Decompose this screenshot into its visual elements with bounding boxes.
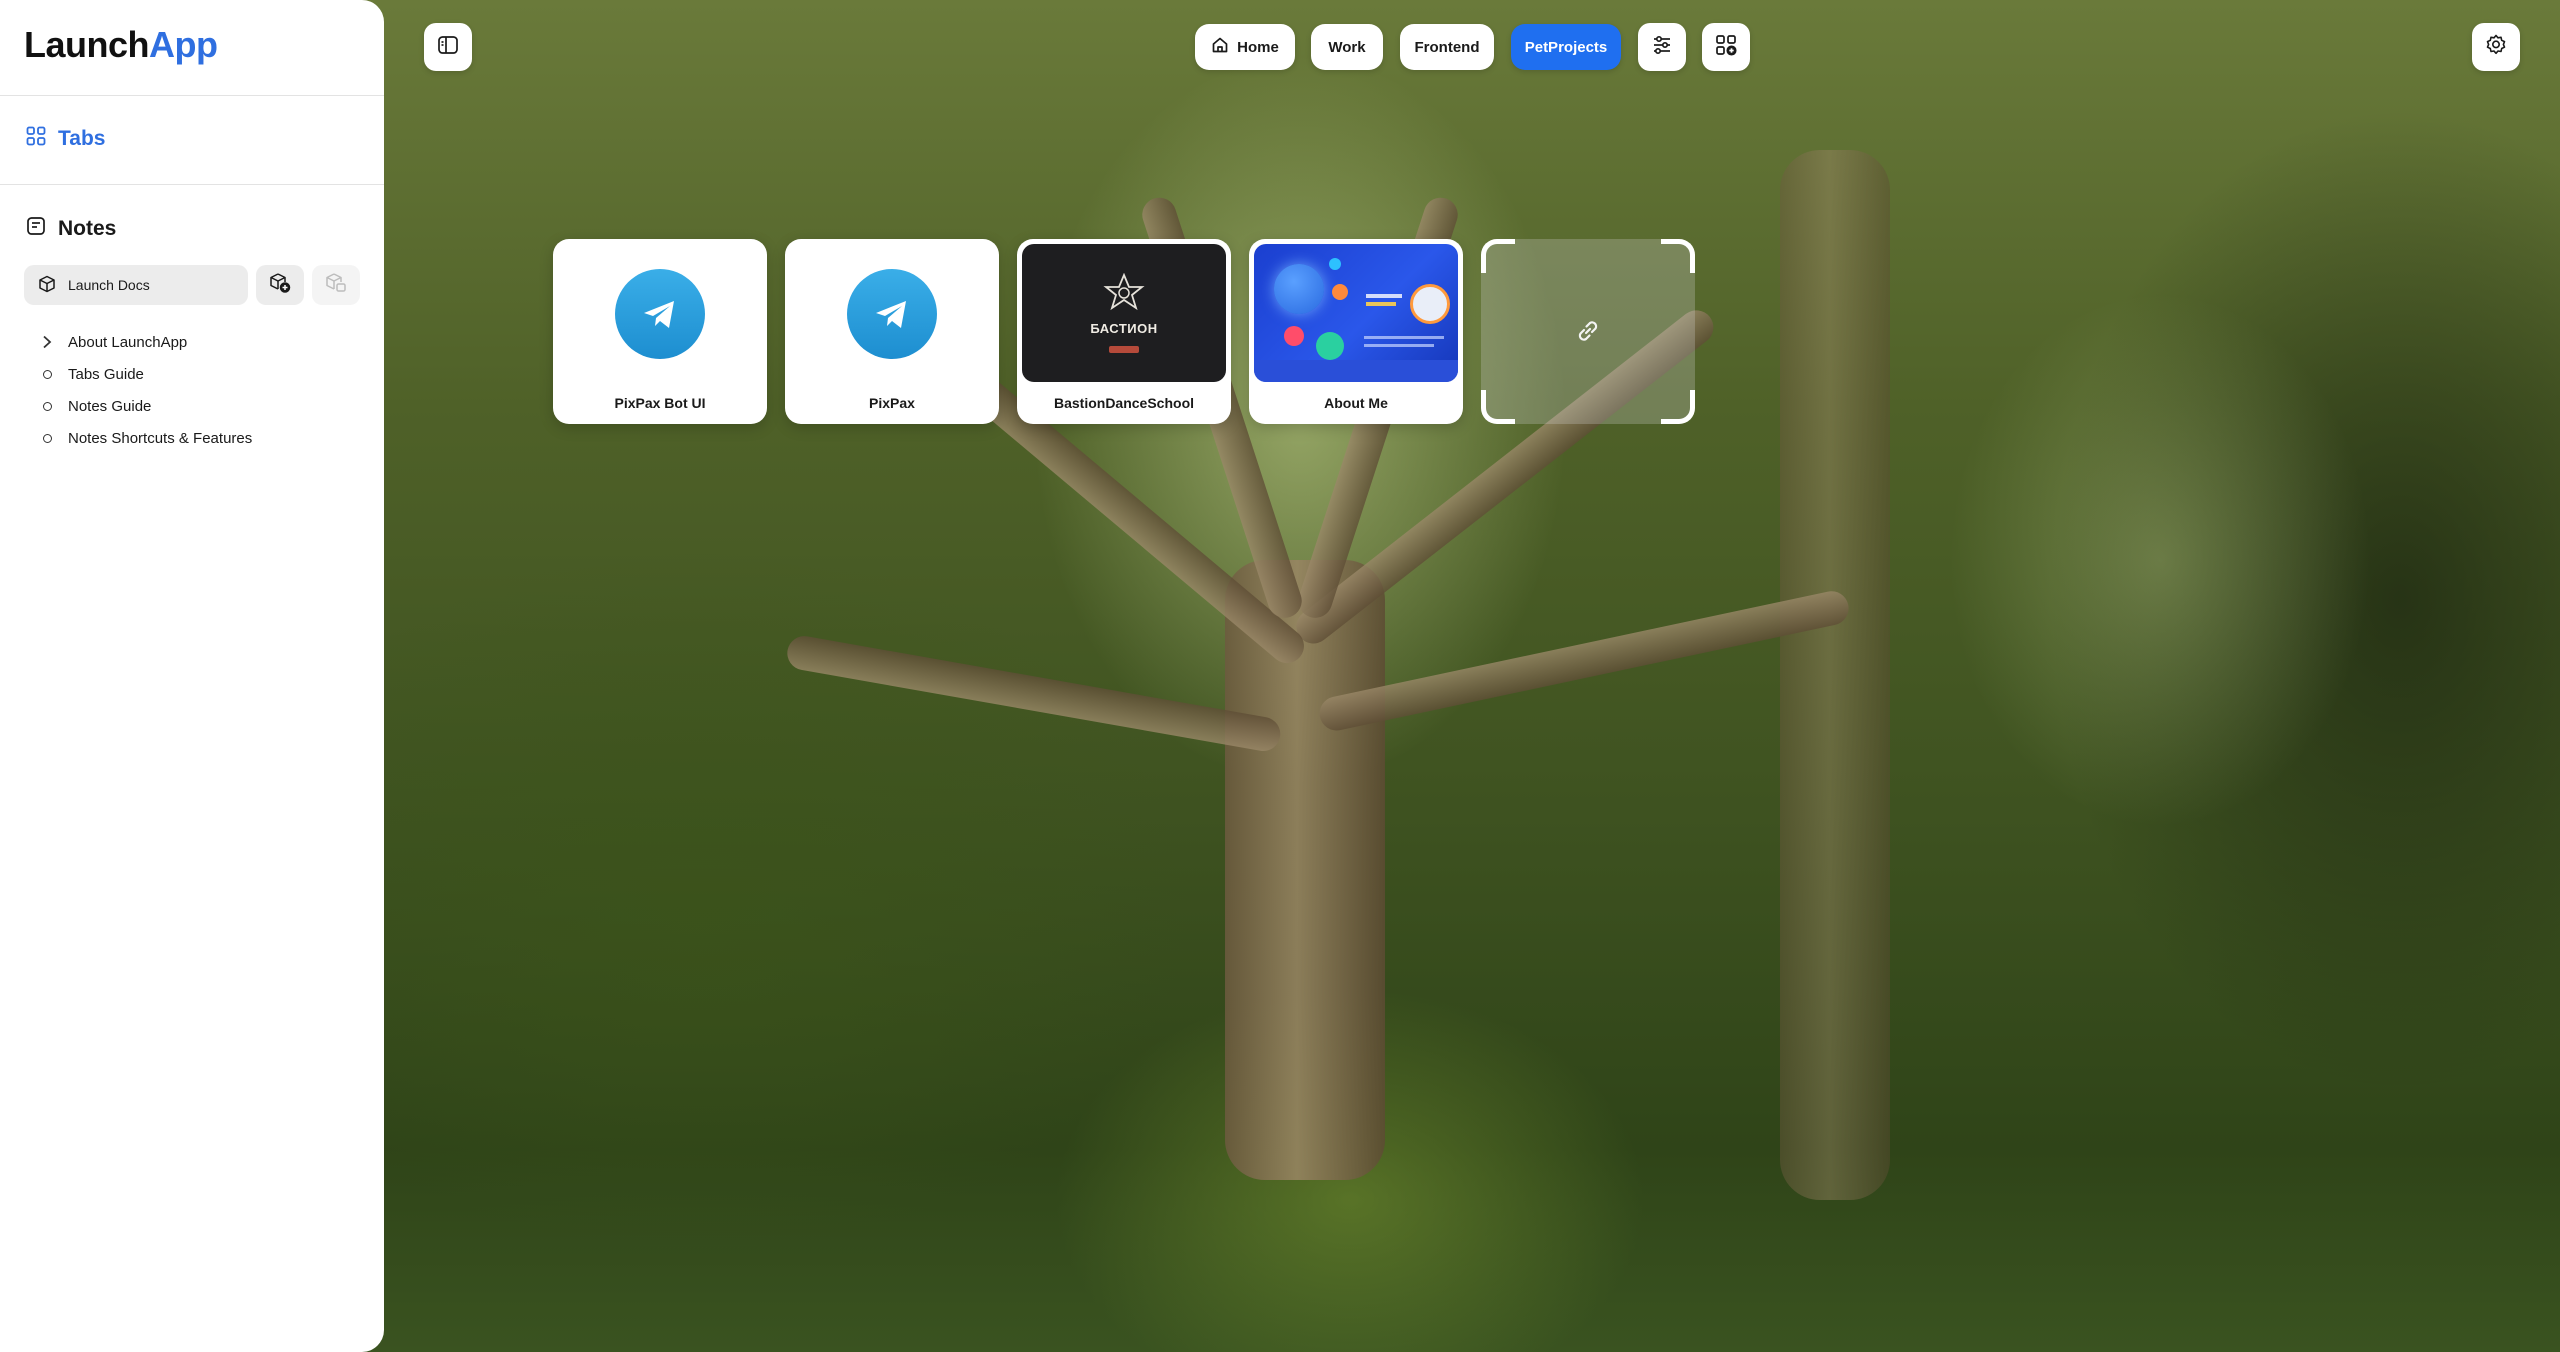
circle-icon [38,365,56,383]
notes-heading: Notes [26,216,116,242]
card-label: PixPax [869,395,915,411]
grid-add-icon [1714,33,1738,62]
tree-item[interactable]: About LaunchApp [38,326,252,358]
notes-label: Notes [58,217,117,240]
manage-docs-button[interactable] [312,265,360,305]
star-logo-icon [1103,273,1145,311]
telegram-icon [847,269,937,359]
group-tab-work[interactable]: Work [1311,24,1383,70]
telegram-icon [615,269,705,359]
tree-item-label: Notes Guide [68,397,152,415]
logo-text-main: Launch [24,24,150,65]
tab-card[interactable]: PixPax [785,239,999,424]
tree-item-label: Notes Shortcuts & Features [68,429,253,447]
home-icon [1211,36,1229,58]
sidebar-panel-icon [436,33,460,62]
group-tab-petprojects[interactable]: PetProjects [1511,24,1621,70]
link-icon [1574,317,1602,350]
forest-background [0,0,2560,1352]
cube-add-icon [269,272,291,299]
site-thumbnail [1254,244,1458,382]
notes-tree: About LaunchApp Tabs Guide Notes Guide N… [38,326,252,454]
logo-text-accent: App [149,24,218,65]
sidebar-item-tabs[interactable]: Tabs [26,126,105,152]
add-link-card[interactable] [1481,239,1695,424]
settings-button[interactable] [2472,23,2520,71]
add-group-button[interactable] [1702,23,1750,71]
filter-settings-button[interactable] [1638,23,1686,71]
doc-selector[interactable]: Launch Docs [24,265,248,305]
note-icon [26,216,46,242]
add-doc-button[interactable] [256,265,304,305]
site-thumbnail: БАСТИОН [1022,244,1226,382]
group-tab-label: PetProjects [1524,38,1608,56]
circle-icon [38,429,56,447]
sidebar-toggle-button[interactable] [424,23,472,71]
card-label: PixPax Bot UI [614,395,706,411]
tree-item-label: Tabs Guide [68,365,144,383]
cube-edit-icon [325,272,347,299]
group-tab-home[interactable]: Home [1195,24,1295,70]
circle-icon [38,397,56,415]
tree-item[interactable]: Tabs Guide [38,358,252,390]
card-label: BastionDanceSchool [1053,395,1195,411]
doc-selector-label: Launch Docs [68,277,150,293]
cube-icon [38,275,56,296]
divider [0,95,384,96]
grid-icon [26,126,46,152]
group-tab-frontend[interactable]: Frontend [1400,24,1494,70]
tree-item-label: About LaunchApp [68,333,188,351]
tree-item[interactable]: Notes Guide [38,390,252,422]
sliders-icon [1650,33,1674,62]
app-logo[interactable]: LaunchApp [24,24,218,66]
group-tab-label: Work [1328,38,1366,56]
card-label: About Me [1324,395,1388,411]
thumb-text: БАСТИОН [1090,321,1158,336]
tab-card[interactable]: About Me [1249,239,1463,424]
tab-card[interactable]: PixPax Bot UI [553,239,767,424]
group-tab-label: Frontend [1414,38,1480,56]
sidebar-item-label: Tabs [58,127,106,150]
tree-item[interactable]: Notes Shortcuts & Features [38,422,252,454]
divider [0,184,384,185]
gear-icon [2484,33,2508,62]
sidebar: LaunchApp Tabs Notes Launch Docs About L… [0,0,384,1352]
tab-card[interactable]: БАСТИОН BastionDanceSchool [1017,239,1231,424]
group-tab-label: Home [1237,38,1279,56]
chevron-right-icon[interactable] [38,333,56,351]
